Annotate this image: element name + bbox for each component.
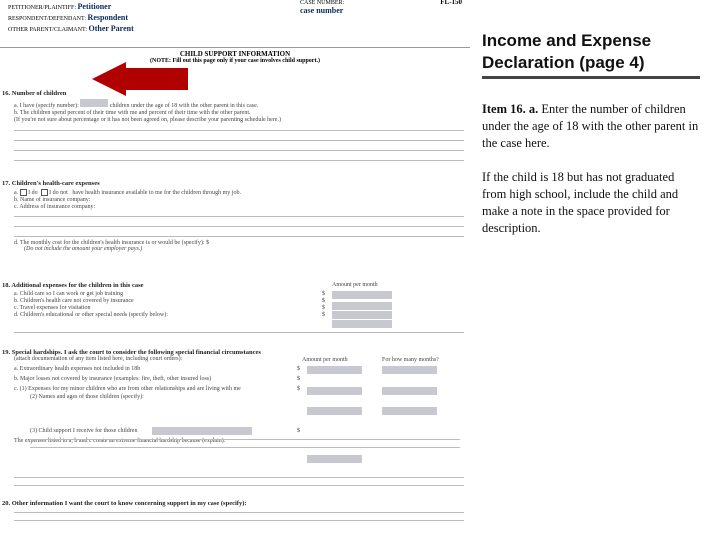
s16-c: (If you're not sure about percentage or … — [14, 117, 468, 123]
respondent-label: RESPONDENT/DEFENDANT: — [8, 16, 86, 22]
s18-title: 18. Additional expenses for the children… — [2, 282, 144, 289]
s19-a: a. Extraordinary health expenses not inc… — [14, 366, 140, 372]
form-image-column: FL-150 PETITIONER/PLAINTIFF: Petitioner … — [0, 0, 470, 520]
instruction-column: Income and Expense Declaration (page 4) … — [470, 0, 710, 520]
s17-d2: (Do not include the amount your employer… — [24, 246, 468, 252]
petitioner-label: PETITIONER/PLAINTIFF: — [8, 5, 76, 11]
instruction-p2: If the child is 18 but has not graduated… — [482, 169, 700, 237]
csi-note: (NOTE: Fill out this page only if your c… — [0, 58, 470, 64]
item-ref: Item 16. a. — [482, 102, 538, 116]
instruction-p1: Item 16. a. Enter the number of children… — [482, 101, 700, 152]
s18-c: c. Travel expenses for visitation — [14, 305, 91, 311]
s16-title: 16. Number of children — [2, 90, 468, 97]
section-18: 18. Additional expenses for the children… — [2, 282, 468, 318]
s17-b: b. Name of insurance company: — [14, 197, 468, 203]
s16-a: a. I have (specify number): — [14, 103, 79, 109]
s19-title: 19. Special hardships. I ask the court t… — [2, 349, 468, 356]
form-header: PETITIONER/PLAINTIFF: Petitioner RESPOND… — [0, 0, 470, 48]
s18-a: a. Child care so I can work or get job t… — [14, 291, 123, 297]
respondent-value: Respondent — [88, 13, 128, 22]
section-19: 19. Special hardships. I ask the court t… — [2, 349, 468, 444]
s17-c: c. Address of insurance company: — [14, 204, 468, 210]
section-16: 16. Number of children a. I have (specif… — [2, 90, 468, 123]
s19-col2: For how many months? — [382, 357, 439, 363]
s16-b2: percent of their time with me and — [67, 110, 147, 116]
other-label: OTHER PARENT/CLAIMANT: — [8, 27, 87, 33]
s16-a2: children under the age of 18 with the ot… — [110, 103, 258, 109]
s19-c1: c. (1) Expenses for my minor children wh… — [14, 386, 241, 392]
s16-b: b. The children spend — [14, 110, 66, 116]
s19-c3: (3) Child support I receive for those ch… — [30, 428, 137, 434]
case-value: case number — [300, 6, 344, 15]
s19-col1: Amount per month — [302, 357, 348, 363]
s20-title: 20. Other information I want the court t… — [2, 500, 468, 507]
s19-b: b. Major losses not covered by insurance… — [14, 376, 211, 382]
s16-b3: percent of their time with the other par… — [149, 110, 251, 116]
s18-d: d. Children's educational or other speci… — [14, 312, 168, 318]
s18-b: b. Children's health care not covered by… — [14, 298, 134, 304]
csi-title: CHILD SUPPORT INFORMATION — [0, 50, 470, 58]
page-title: Income and Expense Declaration (page 4) — [482, 30, 700, 79]
s18-col: Amount per month — [332, 282, 378, 288]
section-20: 20. Other information I want the court t… — [2, 500, 468, 507]
s17-title: 17. Children's health-care expenses — [2, 180, 468, 187]
petitioner-value: Petitioner — [78, 2, 112, 11]
other-value: Other Parent — [88, 24, 133, 33]
section-17: 17. Children's health-care expenses a. a… — [2, 180, 468, 252]
